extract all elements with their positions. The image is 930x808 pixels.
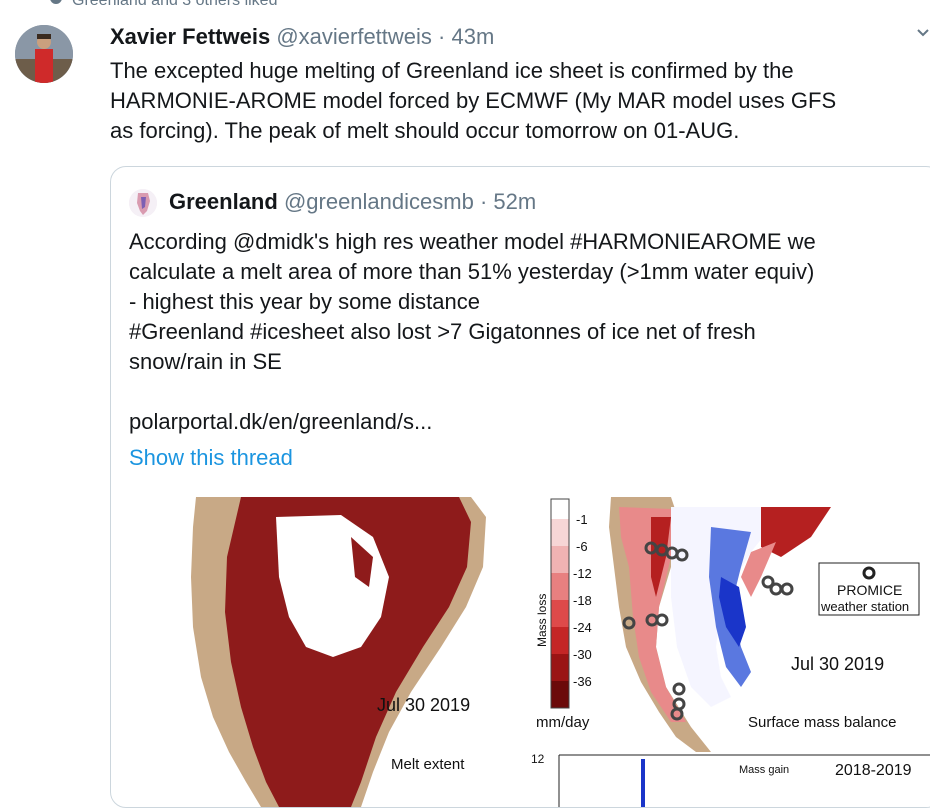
quoted-handle[interactable]: @greenlandicesmb	[284, 189, 474, 214]
author-avatar[interactable]	[15, 25, 73, 83]
legend-swatch	[551, 519, 569, 546]
quoted-text-line: #Greenland #icesheet also lost >7 Gigato…	[129, 319, 756, 344]
tweet-text: The excepted huge melting of Greenland i…	[110, 56, 925, 146]
legend-title: Mass loss	[535, 594, 549, 647]
legend-unit: mm/day	[536, 714, 590, 731]
legend-tick: -6	[576, 539, 588, 554]
author-handle[interactable]: @xavierfettweis	[276, 24, 432, 49]
quoted-text: According @dmidk's high res weather mode…	[129, 227, 929, 437]
smb-map: -1 -6 -12 -18 -24 -30 -36 Mass loss mm/d…	[535, 497, 930, 807]
station-label-sub: weather station	[820, 599, 909, 614]
quoted-text-line: According @dmidk's high res weather mode…	[129, 229, 816, 254]
quoted-timestamp[interactable]: 52m	[493, 189, 536, 214]
show-thread-link[interactable]: Show this thread	[129, 445, 293, 471]
legend-tick: -1	[576, 512, 588, 527]
mini-chart-legend: Mass gain	[739, 764, 789, 776]
quoted-text-line: calculate a melt area of more than 51% y…	[129, 259, 815, 284]
melt-map-caption: Melt extent	[391, 756, 465, 773]
social-context-text: Greenland and 3 others liked	[72, 0, 278, 9]
legend-tick: -30	[573, 647, 592, 662]
quoted-tweet[interactable]: Greenland @greenlandicesmb · 52m Accordi…	[110, 166, 930, 808]
quoted-link[interactable]: polarportal.dk/en/greenland/s...	[129, 407, 929, 437]
tweet-text-line: The excepted huge melting of Greenland i…	[110, 58, 794, 83]
quoted-avatar[interactable]	[129, 189, 157, 217]
mini-chart-ytick: 12	[531, 752, 545, 766]
legend-tick: -18	[573, 593, 592, 608]
smb-map-caption: Surface mass balance	[748, 714, 896, 731]
smb-map-date: Jul 30 2019	[791, 654, 884, 674]
author-name[interactable]: Xavier Fettweis	[110, 24, 270, 49]
legend-tick: -12	[573, 566, 592, 581]
separator-dot: ·	[479, 189, 488, 214]
legend-tick: -24	[573, 620, 592, 635]
tweet-text-line: HARMONIE-AROME model forced by ECMWF (My…	[110, 88, 837, 113]
legend-tick: -36	[573, 674, 592, 689]
heart-icon	[50, 0, 62, 4]
quoted-media[interactable]: Jul 30 2019 Melt extent -1 -6 -12 -18 -2…	[111, 497, 930, 807]
chevron-down-icon[interactable]	[916, 26, 930, 40]
tweet-header: Xavier Fettweis @xavierfettweis · 43m	[110, 24, 494, 50]
melt-extent-map: Jul 30 2019 Melt extent	[181, 497, 521, 807]
quoted-header: Greenland @greenlandicesmb · 52m	[169, 189, 536, 215]
legend-swatch	[551, 546, 569, 573]
legend-swatch	[551, 681, 569, 708]
legend-swatch	[551, 499, 569, 519]
tweet-text-line: as forcing). The peak of melt should occ…	[110, 118, 740, 143]
legend-swatch	[551, 627, 569, 654]
social-context[interactable]: Greenland and 3 others liked	[50, 0, 278, 10]
avatar-image	[15, 25, 73, 83]
quoted-text-line: snow/rain in SE	[129, 349, 282, 374]
tweet-timestamp[interactable]: 43m	[452, 24, 495, 49]
legend-swatch	[551, 654, 569, 681]
station-label: PROMICE	[837, 582, 902, 598]
separator-dot: ·	[438, 24, 446, 49]
melt-map-date: Jul 30 2019	[377, 695, 470, 715]
greenland-logo-icon	[129, 189, 157, 217]
mini-chart-year: 2018-2019	[835, 762, 912, 779]
legend-swatch	[551, 573, 569, 600]
legend-swatch	[551, 600, 569, 627]
quoted-text-line: - highest this year by some distance	[129, 289, 480, 314]
quoted-name[interactable]: Greenland	[169, 189, 278, 214]
quoted-text-line	[129, 377, 929, 407]
